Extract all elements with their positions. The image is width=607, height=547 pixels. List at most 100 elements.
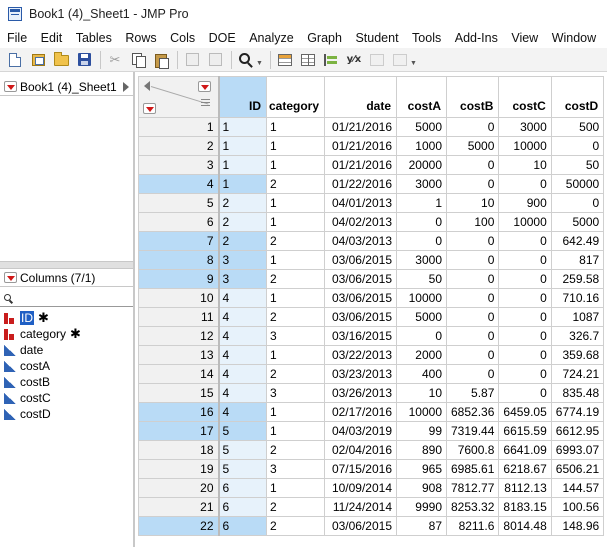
cell-category[interactable]: 1: [266, 250, 325, 270]
cell-date[interactable]: 04/03/2013: [324, 231, 397, 251]
cell-costb[interactable]: 0: [445, 307, 500, 327]
column-list-item[interactable]: costD: [0, 406, 133, 422]
cell-category[interactable]: 1: [266, 421, 325, 441]
cell-date[interactable]: 11/24/2014: [324, 497, 397, 517]
cell-date[interactable]: 03/06/2015: [324, 250, 397, 270]
row-number[interactable]: 12: [138, 326, 220, 346]
column-header-costc[interactable]: costC: [498, 76, 552, 118]
table-row[interactable]: 17 5 1 04/03/2019 99 7319.44 6615.59 6612.95: [138, 421, 605, 441]
paste-icon[interactable]: [152, 51, 170, 69]
cell-costc[interactable]: 0: [498, 307, 552, 327]
cell-id[interactable]: 2: [218, 231, 267, 251]
cell-costb[interactable]: 10: [445, 193, 500, 213]
cell-costc[interactable]: 0: [498, 174, 552, 194]
cell-costd[interactable]: 500: [550, 117, 605, 137]
cell-costd[interactable]: 0: [550, 193, 605, 213]
row-number[interactable]: 5: [138, 193, 220, 213]
row-number[interactable]: 11: [138, 307, 220, 327]
cell-costa[interactable]: 1000: [396, 136, 447, 156]
cell-costc[interactable]: 900: [498, 193, 552, 213]
table-row[interactable]: 15 4 3 03/26/2013 10 5.87 0 835.48: [138, 383, 605, 403]
cell-costa[interactable]: 908: [396, 478, 447, 498]
cell-costc[interactable]: 0: [498, 288, 552, 308]
column-header-id[interactable]: ID: [218, 76, 267, 118]
table-row[interactable]: 5 2 1 04/01/2013 1 10 900 0: [138, 193, 605, 213]
cell-date[interactable]: 01/21/2016: [324, 155, 397, 175]
row-number[interactable]: 4: [138, 174, 220, 194]
disclosure-icon[interactable]: [123, 82, 129, 92]
cell-id[interactable]: 4: [218, 288, 267, 308]
cell-date[interactable]: 03/16/2015: [324, 326, 397, 346]
cell-date[interactable]: 01/22/2016: [324, 174, 397, 194]
table-row[interactable]: 10 4 1 03/06/2015 10000 0 0 710.16: [138, 288, 605, 308]
red-triangle-icon[interactable]: [4, 272, 17, 283]
cell-costa[interactable]: 10000: [396, 402, 447, 422]
cell-costd[interactable]: 148.96: [550, 516, 605, 536]
column-list-item[interactable]: costA: [0, 358, 133, 374]
cell-costa[interactable]: 5000: [396, 117, 447, 137]
menu-view[interactable]: View: [511, 31, 538, 45]
cell-costb[interactable]: 0: [445, 364, 500, 384]
cell-costb[interactable]: 0: [445, 288, 500, 308]
row-number[interactable]: 17: [138, 421, 220, 441]
cell-costd[interactable]: 0: [550, 136, 605, 156]
cell-costd[interactable]: 144.57: [550, 478, 605, 498]
table-row[interactable]: 16 4 1 02/17/2016 10000 6852.36 6459.05 6774.19: [138, 402, 605, 422]
row-number[interactable]: 10: [138, 288, 220, 308]
row-number[interactable]: 7: [138, 231, 220, 251]
column-list-item[interactable]: ID ✱: [0, 310, 133, 326]
cell-costc[interactable]: 8112.13: [498, 478, 552, 498]
cell-id[interactable]: 1: [218, 136, 267, 156]
cell-id[interactable]: 6: [218, 497, 267, 517]
row-number[interactable]: 6: [138, 212, 220, 232]
cell-costc[interactable]: 8183.15: [498, 497, 552, 517]
cell-category[interactable]: 1: [266, 155, 325, 175]
cell-costc[interactable]: 0: [498, 364, 552, 384]
row-number[interactable]: 13: [138, 345, 220, 365]
cell-category[interactable]: 1: [266, 402, 325, 422]
cell-costc[interactable]: 10000: [498, 212, 552, 232]
cell-costb[interactable]: 5000: [445, 136, 500, 156]
cell-costa[interactable]: 3000: [396, 250, 447, 270]
cell-costb[interactable]: 7812.77: [445, 478, 500, 498]
cell-costc[interactable]: 0: [498, 345, 552, 365]
cell-costc[interactable]: 10: [498, 155, 552, 175]
cell-date[interactable]: 03/06/2015: [324, 269, 397, 289]
cell-costa[interactable]: 400: [396, 364, 447, 384]
cut-icon[interactable]: ✂: [106, 51, 124, 69]
cell-id[interactable]: 1: [218, 155, 267, 175]
cell-costd[interactable]: 6612.95: [550, 421, 605, 441]
cell-category[interactable]: 2: [266, 269, 325, 289]
cell-id[interactable]: 1: [218, 174, 267, 194]
cell-costd[interactable]: 710.16: [550, 288, 605, 308]
grid-corner[interactable]: [138, 76, 220, 118]
cell-id[interactable]: 2: [218, 193, 267, 213]
cell-costa[interactable]: 99: [396, 421, 447, 441]
cell-id[interactable]: 5: [218, 459, 267, 479]
cell-costd[interactable]: 6993.07: [550, 440, 605, 460]
cell-costc[interactable]: 6459.05: [498, 402, 552, 422]
cell-id[interactable]: 3: [218, 269, 267, 289]
cell-id[interactable]: 4: [218, 402, 267, 422]
search-dropdown-icon[interactable]: ▼: [256, 60, 263, 67]
column-list-item[interactable]: date: [0, 342, 133, 358]
cell-costd[interactable]: 100.56: [550, 497, 605, 517]
cell-costd[interactable]: 5000: [550, 212, 605, 232]
cell-costb[interactable]: 0: [445, 155, 500, 175]
cell-id[interactable]: 5: [218, 440, 267, 460]
menu-rows[interactable]: Rows: [125, 31, 156, 45]
cell-costa[interactable]: 10: [396, 383, 447, 403]
row-number[interactable]: 1: [138, 117, 220, 137]
fit-y-by-x-icon[interactable]: y⁄x: [345, 51, 363, 69]
cell-costa[interactable]: 0: [396, 326, 447, 346]
cell-costd[interactable]: 50: [550, 155, 605, 175]
table-row[interactable]: 3 1 1 01/21/2016 20000 0 10 50: [138, 155, 605, 175]
table-row[interactable]: 12 4 3 03/16/2015 0 0 0 326.7: [138, 326, 605, 346]
cell-category[interactable]: 3: [266, 326, 325, 346]
cell-costa[interactable]: 87: [396, 516, 447, 536]
column-header-costb[interactable]: costB: [445, 76, 500, 118]
cell-date[interactable]: 02/04/2016: [324, 440, 397, 460]
row-number[interactable]: 16: [138, 402, 220, 422]
cell-category[interactable]: 2: [266, 307, 325, 327]
cell-id[interactable]: 6: [218, 516, 267, 536]
